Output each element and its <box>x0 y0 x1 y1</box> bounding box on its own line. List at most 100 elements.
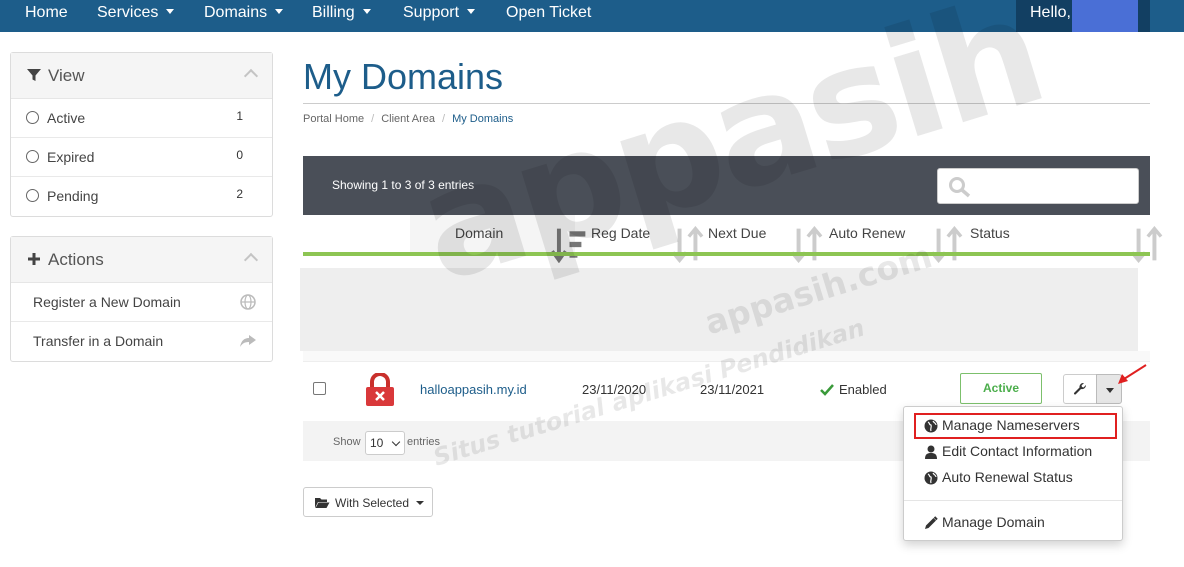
chevron-up-icon[interactable] <box>243 252 259 268</box>
action-label: Register a New Domain <box>33 294 181 310</box>
obscured-rows <box>300 268 1138 351</box>
account-menu[interactable]: Hello, <box>1016 0 1150 32</box>
row-checkbox[interactable] <box>313 382 326 395</box>
actions-dropdown-menu: Manage Nameservers Edit Contact Informat… <box>903 406 1123 541</box>
view-panel: View Active 1 Expired 0 Pending 2 <box>10 52 273 217</box>
col-reg-date-label: Reg Date <box>591 225 651 241</box>
globe-icon <box>924 471 938 485</box>
filter-label: Active <box>47 110 86 126</box>
globe-icon <box>240 294 256 310</box>
redacted-username <box>1072 0 1138 32</box>
filter-expired[interactable]: Expired 0 <box>11 138 272 177</box>
wrench-icon <box>1073 382 1087 395</box>
col-next-due-label: Next Due <box>708 225 767 241</box>
with-selected-label: With Selected <box>335 496 410 510</box>
folder-open-icon <box>315 498 330 508</box>
view-panel-header[interactable]: View <box>11 53 272 99</box>
col-status[interactable]: Status <box>970 215 1010 252</box>
breadcrumb-client-area[interactable]: Client Area <box>381 113 435 125</box>
filter-active[interactable]: Active 1 <box>11 99 272 138</box>
filter-count: 0 <box>236 148 243 162</box>
filter-count: 1 <box>236 109 243 123</box>
menu-item-label: Manage Nameservers <box>942 417 1080 433</box>
globe-icon <box>924 419 938 433</box>
sort-icon[interactable] <box>1128 226 1165 263</box>
chevron-up-icon[interactable] <box>243 68 259 84</box>
radio-icon[interactable] <box>26 150 39 163</box>
menu-item-label: Auto Renewal Status <box>942 469 1073 485</box>
header-underline <box>303 252 1150 256</box>
menu-item-label: Edit Contact Information <box>942 443 1093 459</box>
hello-label: Hello, <box>1030 4 1071 21</box>
caret-down-icon <box>166 9 175 14</box>
caret-down-icon <box>467 9 476 14</box>
view-panel-title: View <box>48 66 85 85</box>
nav-domains-label: Domains <box>204 4 268 21</box>
share-arrow-icon <box>240 335 256 347</box>
radio-icon[interactable] <box>26 111 39 124</box>
sort-desc-icon[interactable] <box>551 226 588 263</box>
nav-support-label: Support <box>403 4 460 21</box>
entries-label: entries <box>407 436 441 448</box>
search-input[interactable] <box>937 168 1139 204</box>
table-header: Domain Reg Date Next Due Auto Renew Stat… <box>303 215 1163 263</box>
menu-divider <box>904 500 1122 501</box>
register-domain-link[interactable]: Register a New Domain <box>11 283 272 322</box>
actions-panel-title: Actions <box>48 250 104 269</box>
annotation-arrow-icon <box>1118 364 1147 384</box>
filter-pending[interactable]: Pending 2 <box>11 177 272 216</box>
nav-billing-label: Billing <box>312 4 355 21</box>
breadcrumb: Portal Home / Client Area / My Domains <box>303 113 513 125</box>
plus-icon <box>28 253 40 265</box>
col-domain-label: Domain <box>455 225 504 241</box>
search-icon <box>949 177 971 198</box>
sort-icon[interactable] <box>669 226 706 263</box>
sort-icon[interactable] <box>928 226 965 263</box>
next-due-cell: 23/11/2021 <box>700 382 765 397</box>
transfer-domain-link[interactable]: Transfer in a Domain <box>11 322 272 361</box>
top-navbar: Home Services Domains Billing Support Op… <box>0 0 1184 32</box>
manage-button[interactable] <box>1063 374 1097 404</box>
radio-icon[interactable] <box>26 189 39 202</box>
nav-home[interactable]: Home <box>25 0 68 26</box>
filter-count: 2 <box>236 187 243 201</box>
menu-item-label: Manage Domain <box>942 514 1045 530</box>
show-label: Show <box>333 436 361 448</box>
col-domain[interactable]: Domain <box>455 215 503 252</box>
with-selected-button[interactable]: With Selected <box>303 487 433 517</box>
actions-panel: Actions Register a New Domain Transfer i… <box>10 236 273 362</box>
filter-label: Expired <box>47 149 95 165</box>
table-toolbar: Showing 1 to 3 of 3 entries <box>303 156 1150 215</box>
check-icon <box>820 384 834 396</box>
col-auto-renew[interactable]: Auto Renew <box>829 215 905 252</box>
status-badge: Active <box>960 373 1042 404</box>
title-divider <box>303 103 1150 104</box>
col-status-label: Status <box>970 225 1010 241</box>
page-size-select[interactable]: 10 <box>365 431 405 455</box>
nav-support[interactable]: Support <box>403 0 476 26</box>
user-icon <box>925 445 937 459</box>
actions-panel-header[interactable]: Actions <box>11 237 272 283</box>
reg-date-cell: 23/11/2020 <box>582 382 647 397</box>
sort-icon[interactable] <box>788 226 825 263</box>
domain-link[interactable]: halloappasih.my.id <box>420 382 527 397</box>
breadcrumb-separator: / <box>442 113 446 125</box>
nav-open-ticket[interactable]: Open Ticket <box>506 0 591 26</box>
nav-billing[interactable]: Billing <box>312 0 371 26</box>
breadcrumb-portal-home[interactable]: Portal Home <box>303 113 364 125</box>
table-info: Showing 1 to 3 of 3 entries <box>332 178 475 192</box>
auto-renew-cell: Enabled <box>839 382 887 397</box>
table-row-spacer <box>303 351 1150 361</box>
col-auto-renew-label: Auto Renew <box>829 225 906 241</box>
caret-down-icon <box>275 9 284 14</box>
nav-services-label: Services <box>97 4 159 21</box>
caret-down-icon <box>362 9 371 14</box>
caret-down-icon <box>416 501 424 505</box>
chevron-down-icon <box>391 437 401 447</box>
col-next-due[interactable]: Next Due <box>708 215 766 252</box>
col-reg-date[interactable]: Reg Date <box>591 215 650 252</box>
page-title: My Domains <box>303 56 504 97</box>
nav-domains[interactable]: Domains <box>204 0 284 26</box>
nav-services[interactable]: Services <box>97 0 175 26</box>
page-size-value: 10 <box>370 436 384 450</box>
